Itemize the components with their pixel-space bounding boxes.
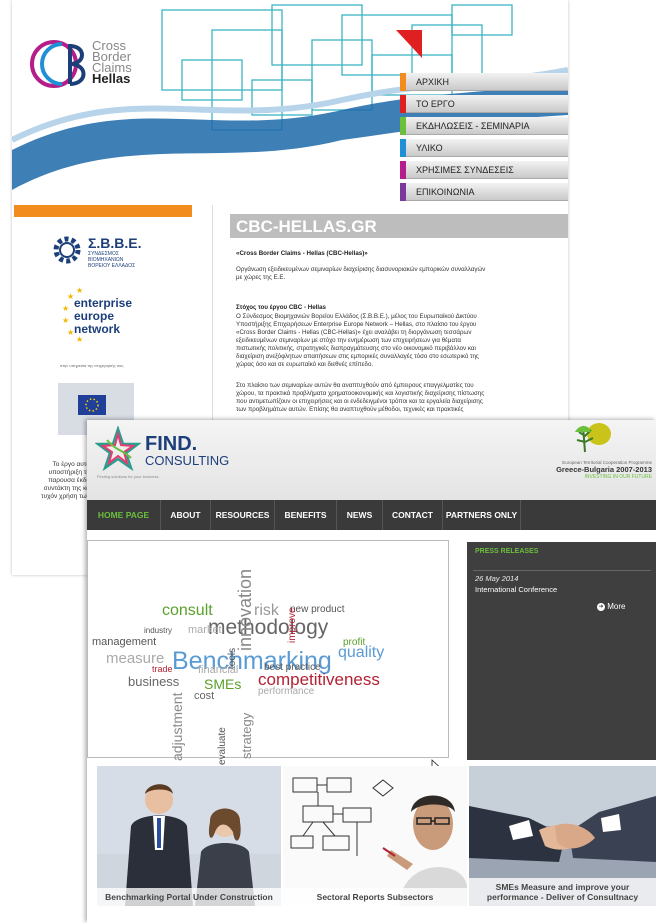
cloud-word: management (92, 636, 157, 648)
press-divider (473, 570, 651, 571)
menu-item[interactable]: ΑΡΧΙΚΗ (400, 73, 568, 91)
cloud-word: improve (287, 607, 298, 643)
press-date: 26 May 2014 (475, 574, 519, 583)
programme-line3: INVESTING IN OUR FUTURE (584, 474, 652, 480)
cloud-word: SMEs (204, 676, 242, 692)
press-more-link[interactable]: ➜ More (597, 602, 625, 611)
find-logo-tagline: Finding solutions for your business (97, 474, 159, 479)
menu-item-label: ΕΠΙΚΟΙΝΩΝΙΑ (416, 187, 475, 197)
business-people-image (97, 766, 281, 906)
menu-item[interactable]: ΕΚΔΗΛΩΣΕΙΣ - ΣΕΜΙΝΑΡΙΑ (400, 117, 568, 135)
cloud-word: cost (194, 690, 215, 702)
cloud-word: risk (254, 602, 279, 619)
svg-text:★: ★ (62, 316, 69, 325)
find-logo-name: FIND. (145, 433, 198, 455)
left-funding-text: Το έργο αυτό υποστήριξη τη παρουσα έκδο … (41, 461, 90, 500)
menu-item-label: ΑΡΧΙΚΗ (416, 77, 450, 87)
cloud-word: methodology (208, 616, 329, 639)
cloud-word: strategy (239, 712, 254, 759)
cloud-word: industry (144, 626, 173, 635)
menu-item[interactable]: ΕΠΙΚΟΙΝΩΝΙΑ (400, 183, 568, 201)
find-logo-knot-icon[interactable] (94, 425, 142, 472)
goal-paragraph: Ο Σύνδεσμος Βιομηχανιών Βορείου Ελλάδος … (236, 313, 479, 368)
cloud-word: trade (152, 664, 173, 674)
nav-item[interactable]: NEWS (337, 500, 383, 530)
cloud-word: business (128, 674, 180, 689)
cloud-word: market (188, 624, 222, 636)
left-column-orange-bar (14, 205, 192, 217)
svg-text:★: ★ (76, 286, 83, 295)
nav-item[interactable]: HOME PAGE (87, 500, 161, 530)
goal-heading: Στόχος του έργου CBC - Hellas (236, 304, 326, 311)
sevbe-sub3: ΒΟΡΕΙΟΥ ΕΛΛΑΔΟΣ (88, 263, 136, 269)
cloud-word: performance (258, 686, 315, 697)
cloud-word: best practice (264, 662, 321, 673)
menu-item-label: ΧΡΗΣΙΜΕΣ ΣΥΝΔΕΣΕΙΣ (416, 165, 514, 175)
svg-text:★: ★ (62, 304, 69, 313)
svg-text:★: ★ (76, 335, 83, 344)
menu-item-color-bar (400, 117, 406, 135)
cloud-word: adjustment (169, 692, 185, 761)
cbc-logo-icon (30, 40, 86, 88)
keyword-cloud: Benchmarking methodology competitiveness qu… (87, 540, 449, 765)
menu-item-label: ΕΚΔΗΛΩΣΕΙΣ - ΣΕΜΙΝΑΡΙΑ (416, 121, 530, 131)
cbc-logo[interactable] (26, 32, 90, 96)
cloud-word: new product (290, 604, 345, 615)
nav-item[interactable]: BENEFITS (275, 500, 337, 530)
sevbe-gear-icon (50, 233, 84, 267)
tile-1-caption: Benchmarking Portal Under Construction (97, 888, 281, 906)
press-releases-title: PRESS RELEASES (475, 548, 539, 555)
programme-tree-icon (571, 422, 611, 456)
menu-item[interactable]: ΤΟ ΕΡΓΟ (400, 95, 568, 113)
menu-item-label: ΥΛΙΚΟ (416, 143, 443, 153)
menu-item-color-bar (400, 95, 406, 113)
tile-3-caption: SMEs Measure and improve your performanc… (469, 878, 656, 906)
tile-2-caption: Sectoral Reports Subsectors (283, 888, 467, 906)
tile-sectoral-reports[interactable]: Sectoral Reports Subsectors (283, 766, 467, 906)
programme-line2: Greece-Bulgaria 2007-2013 (556, 465, 652, 474)
cbc-intro: Οργάνωση εξειδικευμένων σεμιναρίων διαχε… (236, 266, 486, 281)
eu-flag-icon (78, 395, 106, 415)
press-more-label: More (607, 602, 626, 611)
sevbe-title: Σ.Β.Β.Ε. (88, 235, 142, 251)
nav-item[interactable]: ABOUT (161, 500, 211, 530)
menu-item-color-bar (400, 183, 406, 201)
nav-item[interactable]: RESOURCES (211, 500, 275, 530)
cloud-word: consult (162, 602, 213, 619)
cloud-word: profit (343, 637, 366, 648)
cloud-word: evaluate (217, 727, 228, 765)
cloud-word: innovation (235, 568, 255, 651)
press-releases-panel: PRESS RELEASES 26 May 2014 International… (467, 542, 656, 760)
menu-item-label: ΤΟ ΕΡΓΟ (416, 99, 455, 109)
cloud-word: financial (198, 664, 239, 676)
find-main-nav: HOME PAGE ABOUT RESOURCES BENEFITS NEWS CONTA… (87, 500, 656, 530)
nav-item[interactable]: CONTACT (383, 500, 443, 530)
nav-item[interactable]: PARTNERS ONLY (443, 500, 521, 530)
een-logo[interactable]: enterprise europe network (74, 297, 132, 336)
arrow-right-icon: ➜ (597, 602, 605, 611)
press-item[interactable]: International Conference (475, 585, 557, 594)
menu-item[interactable]: ΥΛΙΚΟ (400, 139, 568, 157)
cbc-heading: «Cross Border Claims - Hellas (CBC-Hella… (236, 250, 368, 257)
menu-item-color-bar (400, 73, 406, 91)
cbc-site-title: CBC-HELLAS.GR (230, 214, 568, 238)
menu-item-color-bar (400, 161, 406, 179)
cbc-logo-text: Cross Border Claims Hellas (92, 38, 132, 86)
tile-smes-measure[interactable]: SMEs Measure and improve your performanc… (469, 766, 656, 906)
seminar-paragraph: Στο πλαίσιο των σεμιναρίων αυτών θα αναπ… (236, 382, 485, 413)
find-consulting-page: FIND. CONSULTING Finding solutions for y… (87, 420, 656, 923)
sevbe-logo[interactable]: Σ.Β.Β.Ε. ΣΥΝΔΕΣΜΟΣ ΒΙΟΜΗΧΑΝΙΩΝ ΒΟΡΕΙΟΥ Ε… (88, 235, 142, 269)
menu-item-color-bar (400, 139, 406, 157)
tile-benchmarking-portal[interactable]: Benchmarking Portal Under Construction (97, 766, 281, 906)
find-logo-sub: CONSULTING (145, 453, 230, 468)
flowchart-man-image (283, 766, 467, 906)
programme-logo[interactable]: European Territorial Cooperation Program… (507, 460, 652, 480)
een-caption: στην υπηρεσία της επιχείρησής σας (60, 363, 124, 368)
menu-item[interactable]: ΧΡΗΣΙΜΕΣ ΣΥΝΔΕΣΕΙΣ (400, 161, 568, 179)
